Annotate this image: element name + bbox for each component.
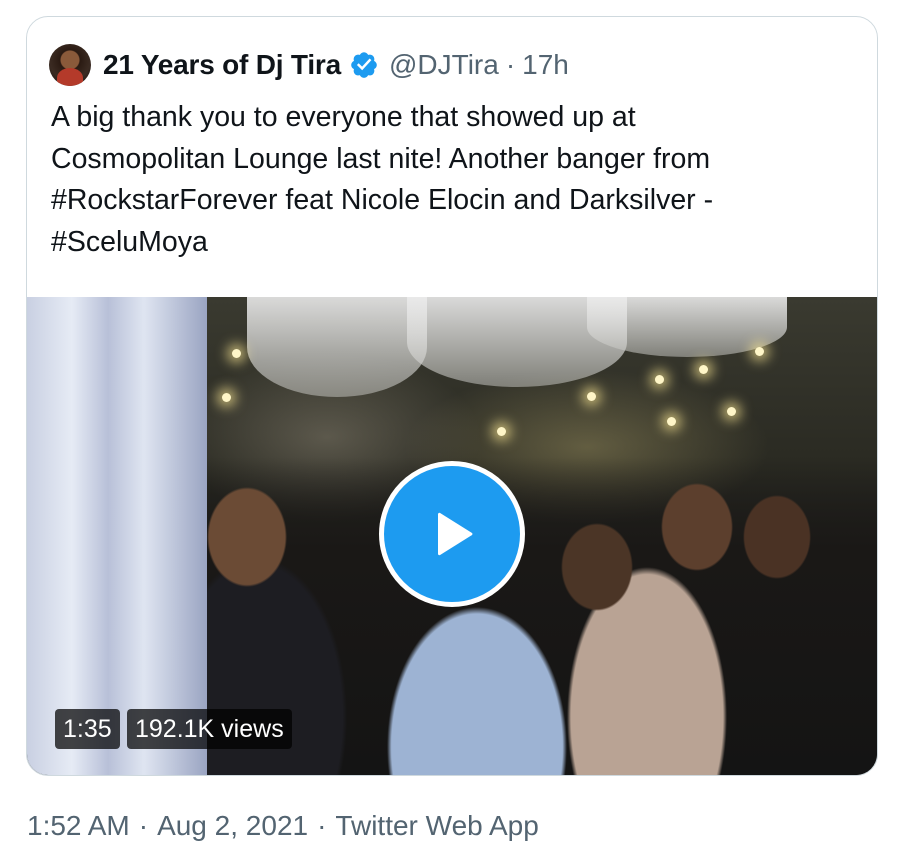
hashtag-scelumoya[interactable]: #SceluMoya bbox=[51, 226, 208, 258]
string-light bbox=[587, 392, 596, 401]
white-curtain bbox=[27, 297, 207, 775]
quoted-tweet-card[interactable]: 21 Years of Dj Tira @DJTira · 17h A big … bbox=[26, 16, 878, 776]
string-light bbox=[222, 393, 231, 402]
video-duration-badge: 1:35 bbox=[55, 709, 120, 749]
tweet-text-line: Cosmopolitan Lounge last nite! Another b… bbox=[51, 142, 711, 175]
string-light bbox=[232, 349, 241, 358]
string-light bbox=[727, 407, 736, 416]
footer-separator: · bbox=[317, 810, 327, 841]
play-icon bbox=[438, 512, 473, 556]
ceiling-drape bbox=[247, 297, 427, 397]
author-handle[interactable]: @DJTira bbox=[389, 49, 499, 81]
tweet-footer: 1:52 AM · Aug 2, 2021 · Twitter Web App bbox=[27, 810, 539, 842]
tweet-source-link[interactable]: Twitter Web App bbox=[335, 810, 538, 842]
string-light bbox=[667, 417, 676, 426]
video-player[interactable]: 1:35 192.1K views bbox=[27, 297, 877, 775]
verified-badge-icon bbox=[351, 52, 377, 78]
video-views-badge: 192.1K views bbox=[127, 709, 292, 749]
tweet-timestamp-date[interactable]: Aug 2, 2021 bbox=[157, 810, 308, 842]
tweet-time-ago[interactable]: 17h bbox=[522, 49, 569, 81]
tweet-header: 21 Years of Dj Tira @DJTira · 17h bbox=[49, 43, 569, 87]
footer-separator: · bbox=[138, 810, 149, 841]
string-light bbox=[497, 427, 506, 436]
play-button[interactable] bbox=[379, 461, 525, 607]
string-light bbox=[699, 365, 708, 374]
tweet-text-line: A big thank you to everyone that showed … bbox=[51, 101, 636, 133]
header-separator: · bbox=[505, 49, 516, 80]
hashtag-rockstarforever-line[interactable]: #RockstarForever feat Nicole Elocin and … bbox=[51, 184, 713, 216]
tweet-text: A big thank you to everyone that showed … bbox=[51, 97, 851, 263]
author-avatar[interactable] bbox=[49, 44, 91, 86]
string-light bbox=[655, 375, 664, 384]
author-display-name[interactable]: 21 Years of Dj Tira bbox=[103, 49, 341, 81]
string-light bbox=[755, 347, 764, 356]
tweet-timestamp-time[interactable]: 1:52 AM bbox=[27, 810, 130, 842]
